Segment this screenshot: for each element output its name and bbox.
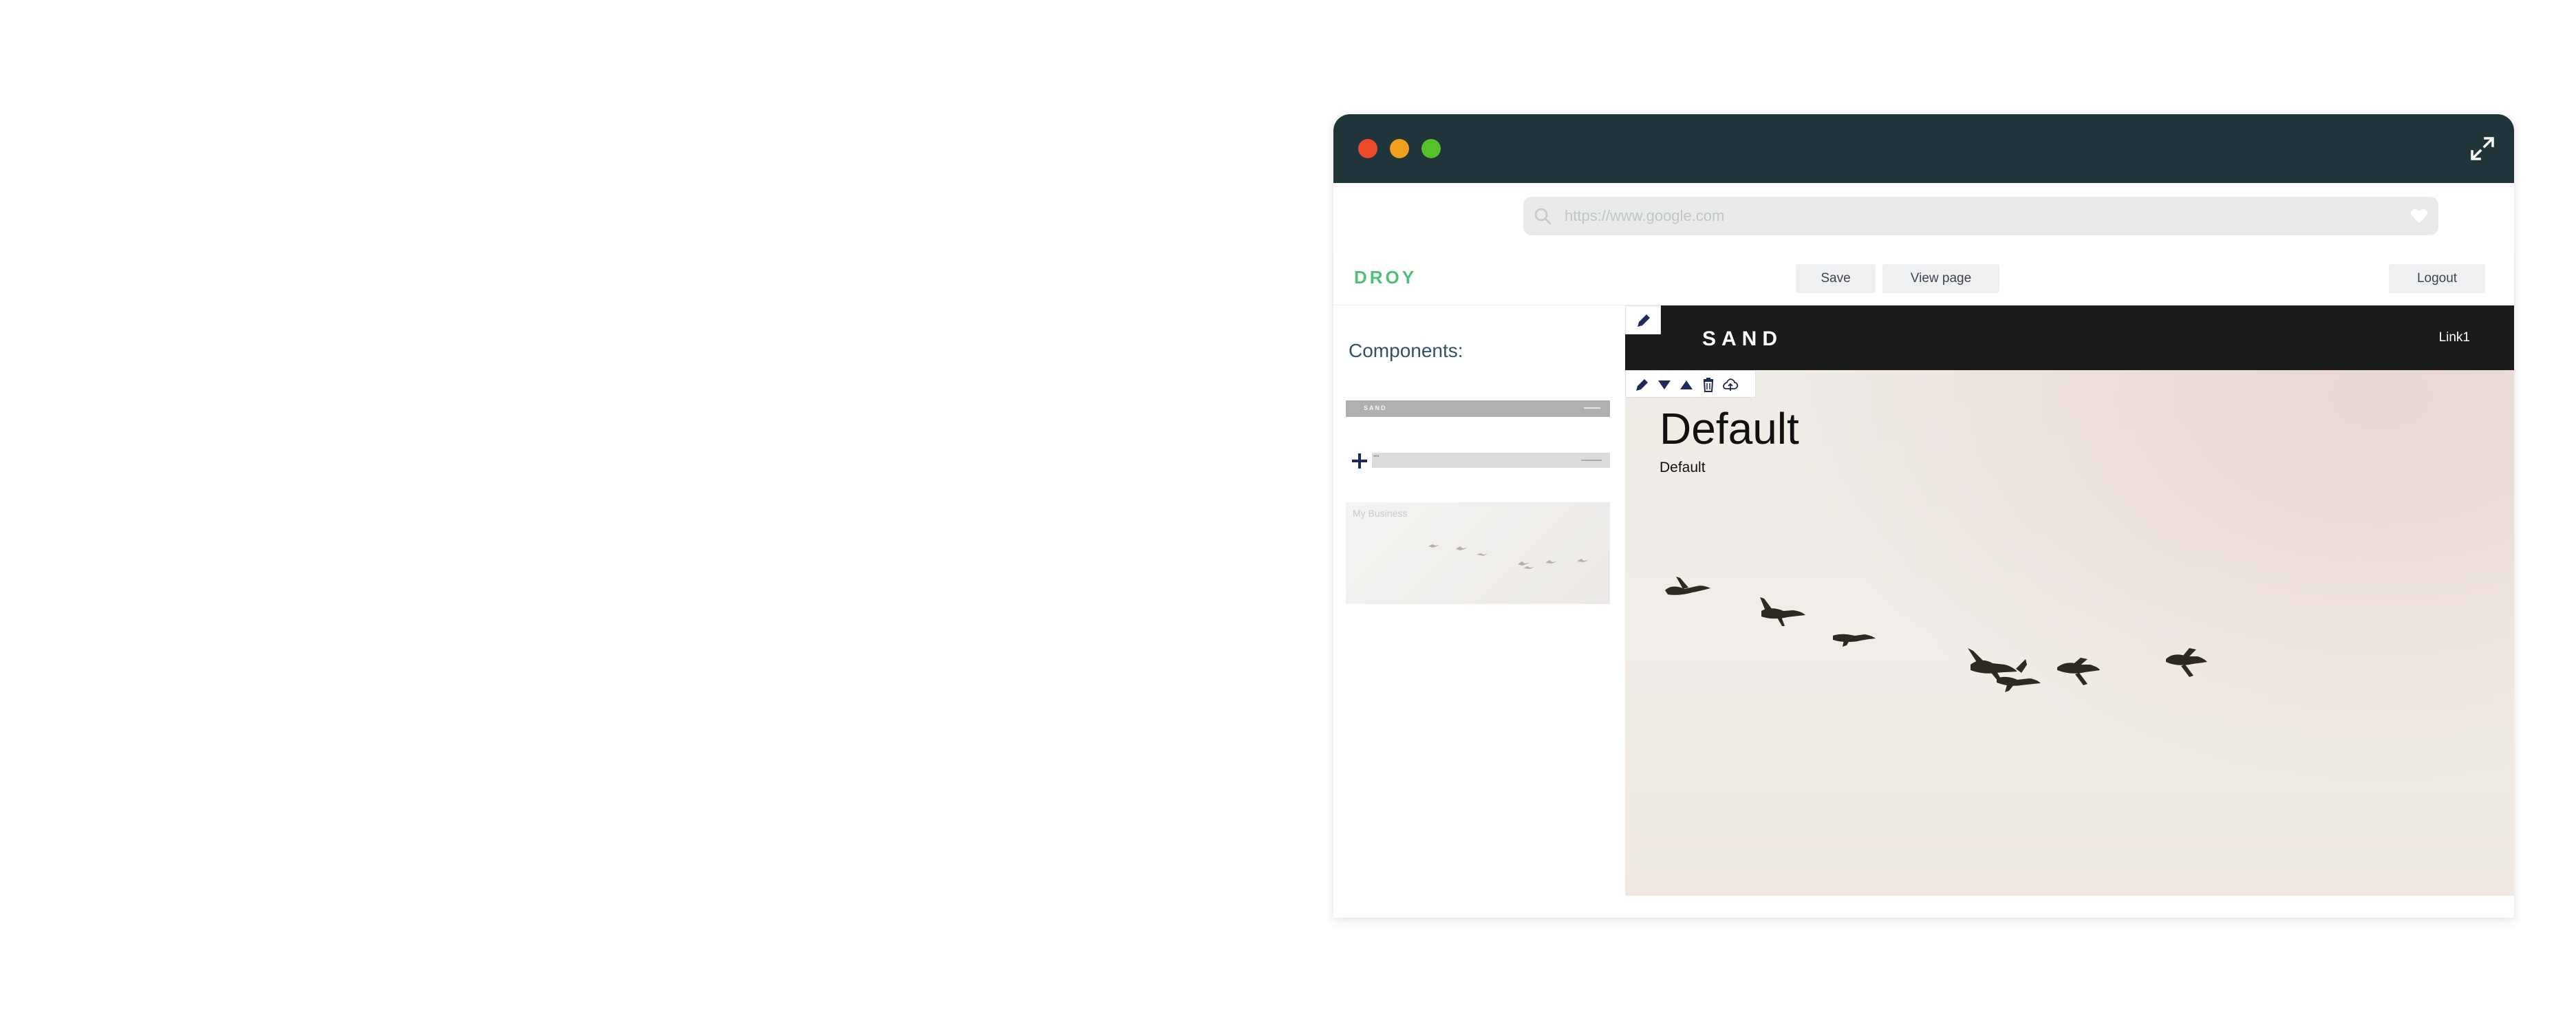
maximize-window-button[interactable] (1421, 139, 1441, 158)
hero-title[interactable]: Default (1660, 403, 1799, 454)
thumbnail-nav-links (1581, 460, 1602, 461)
pencil-icon (1638, 314, 1650, 327)
close-window-button[interactable] (1358, 139, 1377, 158)
address-bar[interactable]: https://www.google.com (1523, 197, 2438, 235)
component-thumbnail-nav[interactable]: "" (1372, 453, 1610, 468)
components-sidebar: Components: SAND "" My Business (1333, 305, 1625, 896)
section-toolbar (1625, 370, 1756, 398)
expand-icon[interactable] (2469, 135, 2496, 162)
thumbnail-nav-marks: "" (1373, 453, 1380, 463)
thumbnail-header-brand: SAND (1364, 405, 1387, 411)
droy-logo: DROY (1354, 267, 1417, 288)
site-header: SAND Link1 (1625, 305, 2514, 370)
page-preview: SAND Link1 Default Default (1625, 305, 2514, 896)
logout-button[interactable]: Logout (2389, 264, 2485, 293)
trash-icon[interactable] (1700, 376, 1717, 393)
thumbnail-header-links (1584, 407, 1600, 409)
component-thumbnail-hero[interactable]: My Business (1346, 502, 1610, 604)
save-button[interactable]: Save (1796, 264, 1876, 293)
move-up-icon[interactable] (1678, 376, 1695, 393)
browser-window: https://www.google.com DROY Save View pa… (1333, 114, 2514, 918)
hero-section: Default Default (1625, 370, 2514, 896)
browser-titlebar (1333, 114, 2514, 183)
component-thumbnail-header[interactable]: SAND (1346, 400, 1610, 417)
view-page-button[interactable]: View page (1882, 264, 1999, 293)
edit-header-button[interactable] (1625, 305, 1661, 334)
cloud-upload-icon[interactable] (1722, 376, 1739, 393)
editor-header: DROY Save View page Logout (1333, 252, 2514, 305)
hero-subtitle[interactable]: Default (1660, 460, 1706, 476)
pencil-icon[interactable] (1634, 376, 1651, 393)
move-down-icon[interactable] (1656, 376, 1673, 393)
url-text[interactable]: https://www.google.com (1565, 207, 1724, 225)
add-icon[interactable] (1350, 451, 1369, 471)
search-icon (1534, 208, 1552, 225)
minimize-window-button[interactable] (1390, 139, 1409, 158)
thumbnail-birds-image (1428, 544, 1589, 569)
components-title: Components: (1349, 340, 1463, 361)
heart-icon[interactable] (2409, 206, 2429, 226)
site-brand[interactable]: SAND (1702, 327, 1783, 351)
site-nav-link[interactable]: Link1 (2439, 330, 2470, 345)
